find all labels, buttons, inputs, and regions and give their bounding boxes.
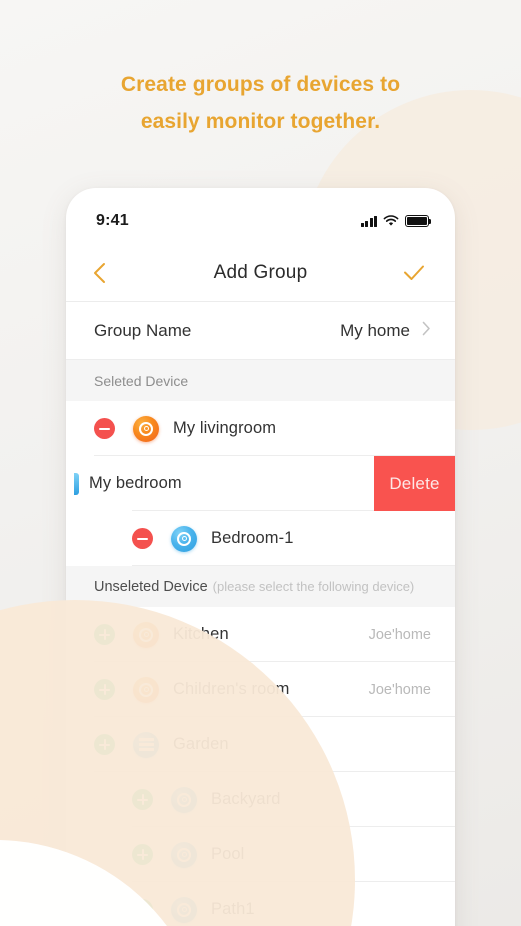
- page-headline: Create groups of devices to easily monit…: [0, 66, 521, 140]
- device-camera-icon: [171, 525, 197, 552]
- group-name-row[interactable]: Group Name My home: [66, 302, 455, 360]
- check-icon: [404, 265, 424, 280]
- row-separator: [132, 565, 455, 566]
- chevron-left-icon: [94, 262, 105, 283]
- confirm-button[interactable]: [403, 260, 429, 286]
- group-name-value: My home: [340, 320, 410, 340]
- device-name: Bedroom-1: [211, 529, 294, 547]
- device-home-label: Joe'home: [368, 681, 431, 698]
- selected-section-header: Seleted Device: [66, 360, 455, 401]
- device-name: My livingroom: [173, 419, 277, 437]
- group-name-label: Group Name: [94, 320, 192, 340]
- headline-line-2: easily monitor together.: [140, 110, 381, 133]
- status-bar-icons: [360, 215, 432, 227]
- list-item[interactable]: My livingroom: [66, 401, 455, 456]
- status-bar-time: 9:41: [96, 212, 129, 229]
- headline-line-1: Create groups of devices to: [120, 73, 401, 96]
- unselected-section-title: Unseleted Device: [94, 579, 208, 595]
- unselected-section-header: Unseleted Device (please select the foll…: [66, 566, 455, 607]
- device-home-label: Joe'home: [368, 626, 431, 643]
- navigation-bar: Add Group: [66, 244, 455, 302]
- list-item[interactable]: Bedroom-1: [66, 511, 455, 566]
- unselected-section-note: (please select the following device): [212, 579, 415, 594]
- cellular-signal-icon: [360, 215, 377, 227]
- swiped-list-item[interactable]: My bedroom Delete: [66, 456, 455, 511]
- battery-full-icon: [405, 215, 432, 227]
- back-button[interactable]: [92, 260, 118, 286]
- status-bar: 9:41: [66, 188, 455, 244]
- wifi-icon: [383, 215, 399, 226]
- selected-section-title: Seleted Device: [94, 373, 189, 389]
- device-name: My bedroom: [89, 474, 182, 492]
- device-camera-icon-clipped: [74, 472, 79, 495]
- chevron-right-icon: [422, 321, 431, 341]
- minus-circle-icon[interactable]: [94, 418, 115, 439]
- page-title: Add Group: [213, 261, 308, 283]
- device-camera-icon: [133, 415, 159, 442]
- minus-circle-icon[interactable]: [132, 528, 153, 549]
- delete-button[interactable]: Delete: [374, 456, 455, 511]
